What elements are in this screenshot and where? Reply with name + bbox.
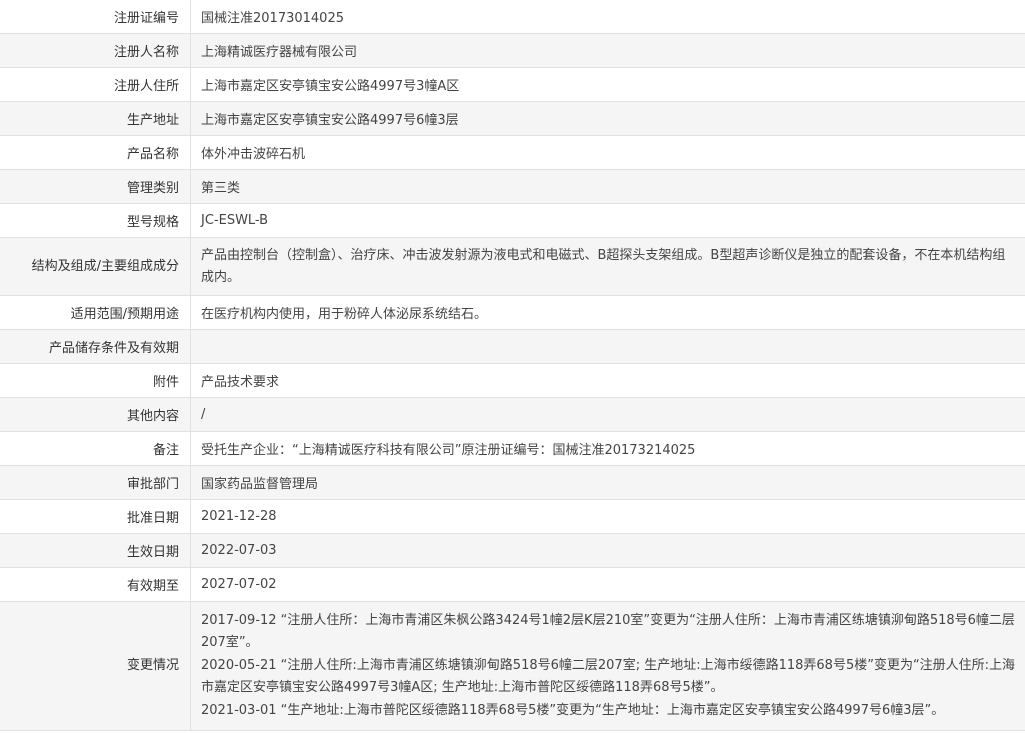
row-value: 2027-07-02 [190, 567, 1025, 602]
table-row: 有效期至 2027-07-02 [0, 567, 1025, 602]
row-label: 批准日期 [0, 499, 191, 534]
changes-label: 变更情况 [0, 601, 191, 731]
row-label: 生效日期 [0, 533, 191, 568]
row-label: 其他内容 [0, 397, 191, 432]
row-value: / [190, 397, 1025, 432]
row-label: 注册人住所 [0, 67, 191, 102]
row-value: 上海市嘉定区安亭镇宝安公路4997号6幢3层 [190, 101, 1025, 136]
row-label: 备注 [0, 431, 191, 466]
row-value: 国械注准20173014025 [190, 0, 1025, 34]
table-row: 适用范围/预期用途 在医疗机构内使用，用于粉碎人体泌尿系统结石。 [0, 295, 1025, 330]
row-label: 产品名称 [0, 135, 191, 170]
row-value: 上海精诚医疗器械有限公司 [190, 33, 1025, 68]
table-row: 生产地址 上海市嘉定区安亭镇宝安公路4997号6幢3层 [0, 101, 1025, 136]
row-value: 上海市嘉定区安亭镇宝安公路4997号3幢A区 [190, 67, 1025, 102]
row-label: 产品储存条件及有效期 [0, 329, 191, 364]
table-row: 备注 受托生产企业：“上海精诚医疗科技有限公司”原注册证编号：国械注准20173… [0, 431, 1025, 466]
row-value: 体外冲击波碎石机 [190, 135, 1025, 170]
row-label: 型号规格 [0, 203, 191, 238]
row-label: 注册证编号 [0, 0, 191, 34]
table-row: 审批部门 国家药品监督管理局 [0, 465, 1025, 500]
table-row: 其他内容 / [0, 397, 1025, 432]
table-row-changes: 变更情况 2017-09-12 “注册人住所：上海市青浦区朱枫公路3424号1幢… [0, 601, 1025, 731]
table-row: 生效日期 2022-07-03 [0, 533, 1025, 568]
row-value: 第三类 [190, 169, 1025, 204]
table-row: 注册人住所 上海市嘉定区安亭镇宝安公路4997号3幢A区 [0, 67, 1025, 102]
row-value: 2022-07-03 [190, 533, 1025, 568]
registration-detail-table: 注册证编号 国械注准20173014025 注册人名称 上海精诚医疗器械有限公司… [0, 0, 1025, 731]
table-row: 型号规格 JC-ESWL-B [0, 203, 1025, 238]
change-entry: 2020-05-21 “注册人住所:上海市青浦区练塘镇泖甸路518号6幢二层20… [201, 657, 1016, 696]
row-label: 有效期至 [0, 567, 191, 602]
row-label: 适用范围/预期用途 [0, 295, 191, 330]
row-label: 注册人名称 [0, 33, 191, 68]
row-value: 国家药品监督管理局 [190, 465, 1025, 500]
row-value: 产品由控制台（控制盒）、治疗床、冲击波发射源为液电式和电磁式、B超探头支架组成。… [190, 237, 1025, 296]
change-entry: 2017-09-12 “注册人住所：上海市青浦区朱枫公路3424号1幢2层K层2… [201, 612, 1015, 651]
changes-value: 2017-09-12 “注册人住所：上海市青浦区朱枫公路3424号1幢2层K层2… [190, 601, 1025, 731]
table-row: 结构及组成/主要组成成分 产品由控制台（控制盒）、治疗床、冲击波发射源为液电式和… [0, 237, 1025, 296]
table-row: 注册人名称 上海精诚医疗器械有限公司 [0, 33, 1025, 68]
table-row: 管理类别 第三类 [0, 169, 1025, 204]
table-row: 附件 产品技术要求 [0, 363, 1025, 398]
row-label: 结构及组成/主要组成成分 [0, 237, 191, 296]
table-row: 注册证编号 国械注准20173014025 [0, 0, 1025, 34]
row-value [190, 329, 1025, 364]
row-value: JC-ESWL-B [190, 203, 1025, 238]
table-row: 产品名称 体外冲击波碎石机 [0, 135, 1025, 170]
row-label: 管理类别 [0, 169, 191, 204]
row-value: 受托生产企业：“上海精诚医疗科技有限公司”原注册证编号：国械注准20173214… [190, 431, 1025, 466]
table-row: 批准日期 2021-12-28 [0, 499, 1025, 534]
row-label: 生产地址 [0, 101, 191, 136]
row-label: 附件 [0, 363, 191, 398]
row-value: 2021-12-28 [190, 499, 1025, 534]
row-label: 审批部门 [0, 465, 191, 500]
change-entry: 2021-03-01 “生产地址:上海市普陀区绥德路118弄68号5楼”变更为“… [201, 702, 945, 718]
row-value: 产品技术要求 [190, 363, 1025, 398]
table-row: 产品储存条件及有效期 [0, 329, 1025, 364]
row-value: 在医疗机构内使用，用于粉碎人体泌尿系统结石。 [190, 295, 1025, 330]
